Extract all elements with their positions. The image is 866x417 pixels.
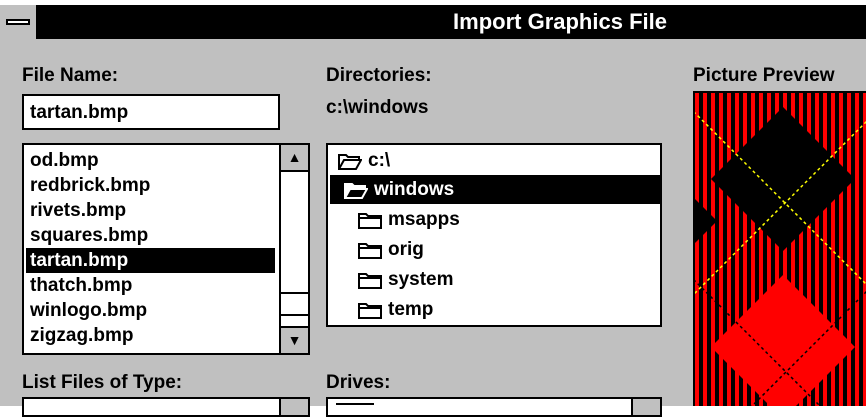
tartan-preview-image (695, 93, 866, 406)
folder-icon (358, 302, 382, 319)
drive-icon (336, 403, 374, 413)
file-list-item[interactable]: od.bmp (26, 148, 275, 173)
folder-open-icon (338, 153, 362, 170)
arrow-up-icon: ▲ (287, 149, 302, 165)
title-bar[interactable]: Import Graphics File (0, 5, 866, 39)
folder-open-icon (344, 182, 368, 199)
folder-icon (358, 272, 382, 289)
file-list-item-selected[interactable]: tartan.bmp (26, 248, 275, 273)
file-type-dropdown[interactable] (22, 397, 310, 417)
picture-preview-label: Picture Preview (693, 65, 835, 86)
directory-item-system[interactable]: system (358, 265, 454, 294)
current-directory-path: c:\windows (326, 97, 429, 118)
folder-icon (358, 242, 382, 259)
directory-item-label: orig (388, 239, 424, 260)
import-dialog: File Name: tartan.bmp od.bmp redbrick.bm… (0, 39, 866, 417)
file-list[interactable]: od.bmp redbrick.bmp rivets.bmp squares.b… (22, 143, 310, 355)
file-list-item[interactable]: squares.bmp (26, 223, 275, 248)
directory-item-root[interactable]: c:\ (338, 146, 390, 175)
file-list-item[interactable]: thatch.bmp (26, 273, 275, 298)
file-list-item[interactable]: rivets.bmp (26, 198, 275, 223)
file-list-item[interactable]: winlogo.bmp (26, 298, 275, 323)
arrow-down-icon: ▼ (287, 332, 302, 348)
directory-tree[interactable]: c:\ windows msapps orig system temp (326, 143, 662, 327)
dropdown-arrow-icon[interactable] (631, 399, 660, 415)
directory-item-label: msapps (388, 209, 460, 230)
window-title: Import Graphics File (453, 9, 667, 34)
directory-item-windows[interactable]: windows (330, 175, 660, 204)
directories-label: Directories: (326, 65, 432, 86)
drives-label: Drives: (326, 372, 391, 393)
directory-item-label: windows (374, 179, 455, 200)
folder-icon (358, 212, 382, 229)
scroll-down-button[interactable]: ▼ (281, 326, 308, 353)
file-type-label: List Files of Type: (22, 372, 183, 393)
scroll-up-button[interactable]: ▲ (281, 145, 308, 172)
dropdown-arrow-icon[interactable] (279, 399, 308, 415)
directory-item-msapps[interactable]: msapps (358, 205, 460, 234)
system-menu-icon (6, 19, 30, 25)
system-menu-button[interactable] (0, 5, 38, 39)
directory-item-temp[interactable]: temp (358, 295, 433, 324)
directory-item-label: system (388, 269, 454, 290)
file-list-scrollbar[interactable]: ▲ ▼ (279, 145, 308, 353)
directory-item-label: temp (388, 299, 434, 320)
file-list-item[interactable]: zigzag.bmp (26, 323, 275, 348)
file-name-input[interactable]: tartan.bmp (22, 94, 280, 130)
picture-preview (693, 91, 866, 406)
directory-item-label: c:\ (368, 150, 391, 171)
file-name-label: File Name: (22, 65, 119, 86)
directory-item-orig[interactable]: orig (358, 235, 424, 264)
drives-dropdown[interactable] (326, 397, 662, 417)
file-list-item[interactable]: redbrick.bmp (26, 173, 275, 198)
scroll-thumb[interactable] (281, 292, 308, 316)
